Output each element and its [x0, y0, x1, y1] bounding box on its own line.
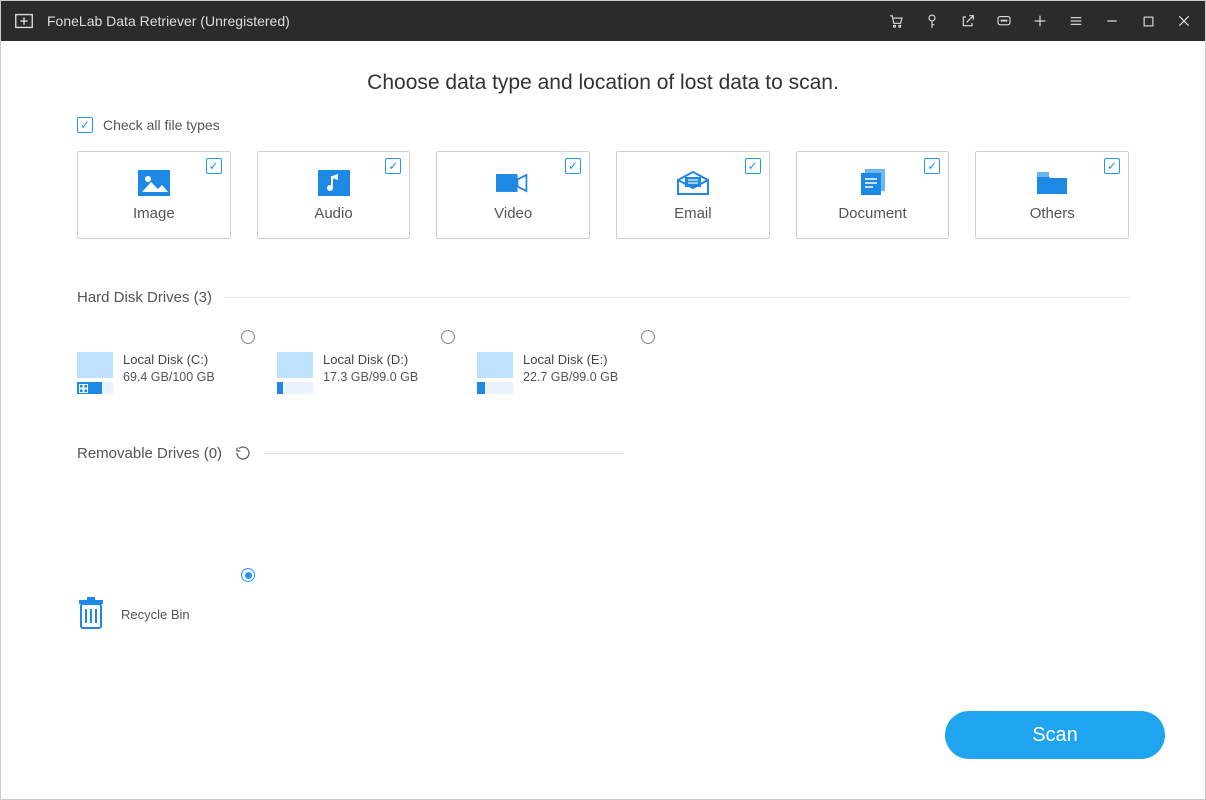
type-card-audio[interactable]: Audio — [257, 151, 411, 239]
app-window: FoneLab Data Retriever (Unregistered) — [0, 0, 1206, 800]
drive-c[interactable]: Local Disk (C:) 69.4 GB/100 GB — [77, 352, 257, 394]
type-checkbox[interactable] — [1104, 158, 1120, 174]
drive-size: 17.3 GB/99.0 GB — [323, 370, 418, 384]
titlebar: FoneLab Data Retriever (Unregistered) — [1, 1, 1205, 41]
type-label: Email — [674, 205, 712, 222]
drive-name: Local Disk (D:) — [323, 352, 418, 367]
check-all-checkbox[interactable] — [77, 117, 93, 133]
document-icon — [856, 169, 890, 197]
email-icon — [676, 169, 710, 197]
type-label: Video — [494, 205, 532, 222]
type-card-image[interactable]: Image — [77, 151, 231, 239]
drive-size: 22.7 GB/99.0 GB — [523, 370, 618, 384]
removable-section-head: Removable Drives (0) — [77, 444, 1129, 462]
type-card-video[interactable]: Video — [436, 151, 590, 239]
audio-icon — [317, 169, 351, 197]
drive-name: Local Disk (E:) — [523, 352, 618, 367]
scan-button[interactable]: Scan — [945, 711, 1165, 759]
feedback-icon[interactable] — [995, 12, 1013, 30]
titlebar-actions — [887, 12, 1193, 30]
plus-icon[interactable] — [1031, 12, 1049, 30]
removable-label: Removable Drives (0) — [77, 445, 222, 462]
recycle-label: Recycle Bin — [121, 607, 190, 622]
recycle-bin-item[interactable]: Recycle Bin — [77, 596, 257, 632]
type-checkbox[interactable] — [565, 158, 581, 174]
trash-icon — [77, 596, 107, 632]
folder-icon — [1035, 169, 1069, 197]
type-card-email[interactable]: Email — [616, 151, 770, 239]
drive-radio[interactable] — [441, 330, 455, 344]
type-label: Document — [838, 205, 906, 222]
minimize-icon[interactable] — [1103, 12, 1121, 30]
app-logo-icon — [13, 10, 35, 32]
divider — [224, 297, 1129, 298]
drives-row: Local Disk (C:) 69.4 GB/100 GB Local Dis… — [77, 330, 1129, 394]
drive-name: Local Disk (C:) — [123, 352, 215, 367]
recycle-row: Recycle Bin — [77, 596, 1129, 632]
drive-size: 69.4 GB/100 GB — [123, 370, 215, 384]
video-icon — [496, 169, 530, 197]
maximize-icon[interactable] — [1139, 12, 1157, 30]
type-label: Image — [133, 205, 175, 222]
drive-e[interactable]: Local Disk (E:) 22.7 GB/99.0 GB — [477, 352, 657, 394]
drive-radio[interactable] — [241, 330, 255, 344]
file-type-row: Image Audio — [77, 151, 1129, 239]
menu-icon[interactable] — [1067, 12, 1085, 30]
drive-d[interactable]: Local Disk (D:) 17.3 GB/99.0 GB — [277, 352, 457, 394]
divider — [264, 453, 624, 454]
disk-icon — [477, 352, 513, 394]
type-checkbox[interactable] — [385, 158, 401, 174]
cart-icon[interactable] — [887, 12, 905, 30]
main-content: Choose data type and location of lost da… — [1, 41, 1205, 799]
hard-disk-label: Hard Disk Drives (3) — [77, 289, 212, 306]
type-card-others[interactable]: Others — [975, 151, 1129, 239]
page-heading: Choose data type and location of lost da… — [77, 71, 1129, 95]
type-checkbox[interactable] — [924, 158, 940, 174]
check-all-label: Check all file types — [103, 117, 220, 133]
type-card-document[interactable]: Document — [796, 151, 950, 239]
type-checkbox[interactable] — [206, 158, 222, 174]
check-all-row[interactable]: Check all file types — [77, 117, 1129, 133]
drive-radio[interactable] — [641, 330, 655, 344]
type-label: Others — [1030, 205, 1075, 222]
app-title: FoneLab Data Retriever (Unregistered) — [47, 13, 290, 29]
share-icon[interactable] — [959, 12, 977, 30]
disk-icon — [277, 352, 313, 394]
hard-disk-section-head: Hard Disk Drives (3) — [77, 289, 1129, 306]
close-icon[interactable] — [1175, 12, 1193, 30]
type-checkbox[interactable] — [745, 158, 761, 174]
key-icon[interactable] — [923, 12, 941, 30]
image-icon — [137, 169, 171, 197]
recycle-radio[interactable] — [241, 568, 255, 582]
refresh-icon[interactable] — [234, 444, 252, 462]
type-label: Audio — [314, 205, 352, 222]
disk-icon — [77, 352, 113, 394]
